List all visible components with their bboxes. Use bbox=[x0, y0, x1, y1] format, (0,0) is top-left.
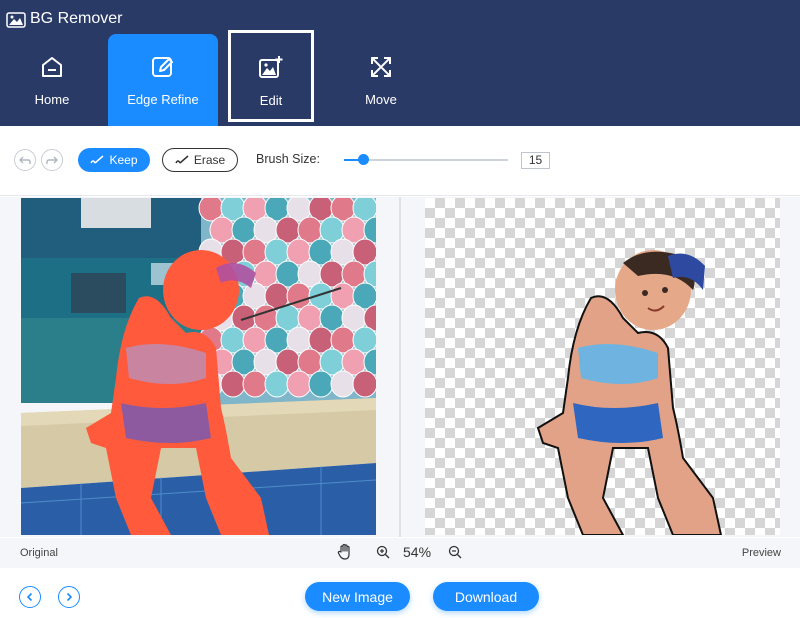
brush-size-value[interactable]: 15 bbox=[521, 152, 550, 169]
brush-keep-icon bbox=[90, 155, 104, 164]
header-bar: BG Remover Home Edge Refine Edit Move bbox=[0, 0, 800, 126]
panel-divider bbox=[399, 197, 401, 537]
zoom-status-bar: Original 54% Preview bbox=[0, 538, 800, 568]
bottom-action-bar: New Image Download bbox=[0, 568, 800, 618]
tab-move[interactable]: Move bbox=[326, 34, 436, 126]
next-button[interactable] bbox=[58, 586, 80, 608]
tab-home[interactable]: Home bbox=[0, 34, 107, 126]
tab-move-label: Move bbox=[365, 92, 397, 107]
redo-button[interactable] bbox=[41, 149, 63, 171]
workspace bbox=[0, 197, 800, 537]
zoom-in-icon[interactable] bbox=[376, 545, 390, 559]
preview-image[interactable] bbox=[425, 198, 780, 535]
brush-size-slider-thumb[interactable] bbox=[358, 154, 370, 165]
app-window: BG Remover Home Edge Refine Edit Move Ke… bbox=[0, 0, 800, 618]
app-title: BG Remover bbox=[30, 10, 123, 27]
original-image[interactable] bbox=[21, 198, 376, 535]
preview-cutout bbox=[536, 250, 723, 535]
previous-button[interactable] bbox=[19, 586, 41, 608]
move-arrows-icon bbox=[371, 57, 391, 77]
tab-edit-label: Edit bbox=[259, 93, 283, 108]
brush-toolbar: Keep Erase Brush Size: 15 bbox=[0, 126, 800, 196]
original-label: Original bbox=[20, 547, 58, 559]
brush-erase-icon bbox=[175, 155, 189, 164]
tab-edge-refine-label: Edge Refine bbox=[127, 92, 199, 107]
erase-label: Erase bbox=[193, 153, 226, 167]
zoom-out-icon[interactable] bbox=[448, 545, 462, 559]
keep-button[interactable]: Keep bbox=[78, 148, 150, 172]
tab-edge-refine[interactable]: Edge Refine bbox=[108, 34, 218, 126]
hand-pan-icon[interactable] bbox=[337, 543, 353, 561]
tab-edit[interactable]: Edit bbox=[228, 30, 314, 122]
tab-home-label: Home bbox=[34, 92, 70, 107]
undo-icon bbox=[19, 156, 31, 164]
chevron-right-icon bbox=[66, 592, 73, 602]
original-photo bbox=[21, 198, 376, 535]
zoom-level: 54% bbox=[403, 544, 432, 560]
redo-icon bbox=[46, 156, 58, 164]
keep-label: Keep bbox=[109, 153, 138, 167]
download-button[interactable]: Download bbox=[433, 582, 539, 611]
chevron-left-icon bbox=[26, 592, 33, 602]
image-edit-icon bbox=[259, 56, 283, 78]
cloud-image-icon bbox=[6, 12, 26, 28]
preview-label: Preview bbox=[741, 547, 781, 559]
new-image-button[interactable]: New Image bbox=[305, 582, 410, 611]
home-icon bbox=[42, 57, 62, 77]
erase-button[interactable]: Erase bbox=[162, 148, 238, 172]
edit-pen-icon bbox=[152, 57, 173, 77]
undo-button[interactable] bbox=[14, 149, 36, 171]
brush-size-label: Brush Size: bbox=[256, 152, 320, 166]
